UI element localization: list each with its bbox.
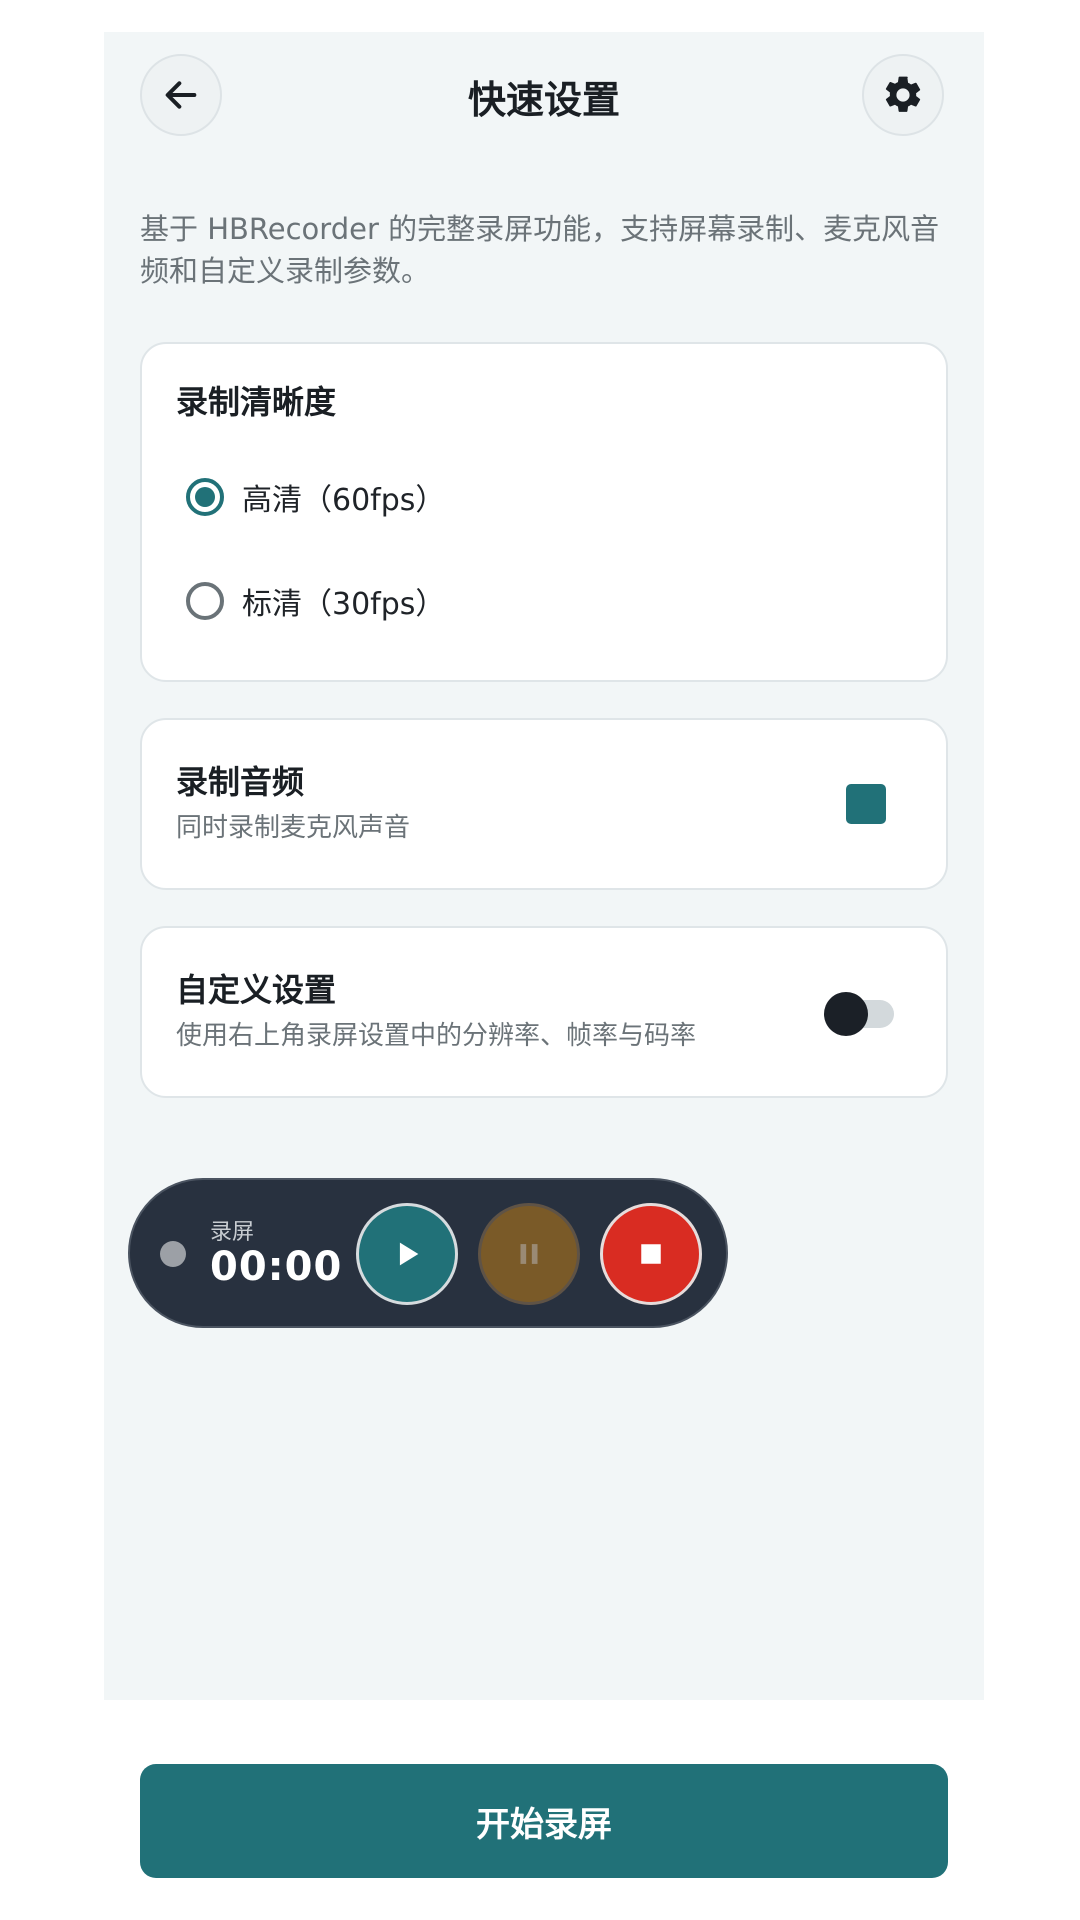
- audio-card: 录制音频 同时录制麦克风声音: [140, 718, 948, 890]
- custom-title: 自定义设置: [176, 971, 337, 1009]
- screen: 快速设置 基于 HBRecorder 的完整录屏功能，支持屏幕录制、麦克风音频和…: [0, 0, 1080, 1920]
- recorder-timer: 00:00: [210, 1244, 343, 1290]
- settings-panel: 快速设置 基于 HBRecorder 的完整录屏功能，支持屏幕录制、麦克风音频和…: [104, 32, 984, 1700]
- custom-subtitle: 使用右上角录屏设置中的分辨率、帧率与码率: [176, 1021, 697, 1051]
- pause-icon: [520, 1244, 538, 1264]
- start-recording-button[interactable]: 开始录屏: [140, 1764, 948, 1878]
- page-title: 快速设置: [467, 78, 620, 122]
- gear-icon: [885, 76, 921, 112]
- play-button[interactable]: [356, 1203, 458, 1305]
- recording-indicator: [160, 1241, 186, 1267]
- radio-hd[interactable]: [186, 478, 224, 516]
- toggle-thumb: [824, 992, 868, 1036]
- quality-option-sd[interactable]: 标清（30fps）: [186, 576, 445, 626]
- audio-title: 录制音频: [176, 763, 305, 801]
- stop-icon: [641, 1244, 661, 1264]
- settings-button[interactable]: [862, 54, 944, 136]
- pause-button[interactable]: [478, 1203, 580, 1305]
- audio-checkbox[interactable]: [846, 784, 886, 824]
- floating-recorder[interactable]: 录屏 00:00: [128, 1178, 728, 1328]
- audio-subtitle: 同时录制麦克风声音: [176, 813, 411, 843]
- radio-sd[interactable]: [186, 582, 224, 620]
- radio-hd-label: 高清（60fps）: [242, 483, 446, 518]
- recorder-label: 录屏: [210, 1220, 255, 1245]
- description-text: 基于 HBRecorder 的完整录屏功能，支持屏幕录制、麦克风音频和自定义录制…: [140, 212, 940, 288]
- quality-option-hd[interactable]: 高清（60fps）: [186, 472, 445, 522]
- quality-title: 录制清晰度: [176, 383, 337, 421]
- play-icon: [399, 1242, 419, 1266]
- quality-card: 录制清晰度 高清（60fps） 标清（30fps）: [140, 342, 948, 682]
- stop-button[interactable]: [600, 1203, 702, 1305]
- radio-sd-label: 标清（30fps）: [242, 587, 446, 622]
- custom-card: 自定义设置 使用右上角录屏设置中的分辨率、帧率与码率: [140, 926, 948, 1098]
- custom-toggle[interactable]: [824, 990, 896, 1038]
